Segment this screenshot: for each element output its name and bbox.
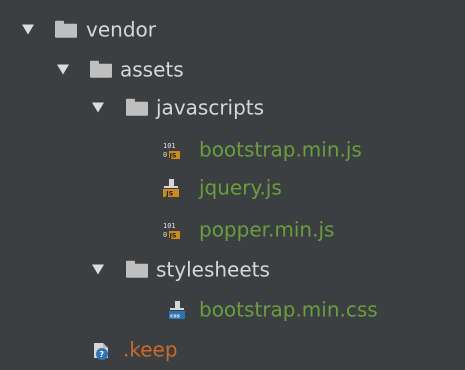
tree-node-label: popper.min.js bbox=[199, 217, 335, 242]
tree-node-jquery-js[interactable]: JS jquery.js bbox=[0, 168, 465, 208]
unknown-file-icon: ? bbox=[94, 343, 108, 360]
folder-icon bbox=[126, 98, 148, 116]
js-binary-file-icon: 101 0 JS bbox=[163, 222, 180, 240]
tree-node-vendor[interactable]: vendor bbox=[0, 10, 465, 50]
tree-node-label: jquery.js bbox=[199, 175, 282, 200]
tree-node-label: bootstrap.min.js bbox=[199, 137, 362, 162]
chevron-down-icon[interactable] bbox=[22, 24, 34, 35]
folder-icon bbox=[126, 260, 148, 278]
tree-node-label: .keep bbox=[123, 337, 178, 362]
project-tree: vendor assets javascripts 101 0 JS boots… bbox=[0, 0, 465, 360]
tree-node-bootstrap-min-js[interactable]: 101 0 JS bootstrap.min.js bbox=[0, 130, 465, 170]
svg-text:0: 0 bbox=[163, 231, 167, 239]
svg-text:101: 101 bbox=[163, 222, 176, 230]
tree-node-stylesheets[interactable]: stylesheets bbox=[0, 250, 465, 290]
svg-text:JS: JS bbox=[169, 153, 177, 160]
css-file-icon: css bbox=[169, 301, 185, 319]
tree-node-bootstrap-min-css[interactable]: css bootstrap.min.css bbox=[0, 290, 465, 330]
tree-node-keep[interactable]: ? .keep bbox=[0, 330, 465, 370]
folder-icon bbox=[55, 20, 77, 38]
tree-node-popper-min-js[interactable]: 101 0 JS popper.min.js bbox=[0, 210, 465, 250]
svg-text:JS: JS bbox=[165, 190, 173, 198]
svg-text:?: ? bbox=[99, 350, 104, 359]
svg-text:css: css bbox=[170, 313, 181, 319]
svg-text:101: 101 bbox=[163, 142, 176, 150]
js-file-icon: JS bbox=[163, 179, 179, 198]
chevron-down-icon[interactable] bbox=[92, 264, 104, 275]
tree-node-label: vendor bbox=[86, 17, 156, 42]
tree-node-javascripts[interactable]: javascripts bbox=[0, 88, 465, 128]
tree-node-label: javascripts bbox=[156, 95, 265, 120]
tree-node-assets[interactable]: assets bbox=[0, 50, 465, 90]
tree-node-label: assets bbox=[120, 57, 184, 82]
tree-node-label: bootstrap.min.css bbox=[199, 297, 378, 322]
chevron-down-icon[interactable] bbox=[92, 102, 104, 113]
folder-icon bbox=[90, 60, 112, 78]
chevron-down-icon[interactable] bbox=[57, 64, 69, 75]
svg-text:JS: JS bbox=[169, 233, 177, 240]
tree-node-label: stylesheets bbox=[156, 257, 270, 282]
svg-text:0: 0 bbox=[163, 151, 167, 159]
js-binary-file-icon: 101 0 JS bbox=[163, 142, 180, 160]
